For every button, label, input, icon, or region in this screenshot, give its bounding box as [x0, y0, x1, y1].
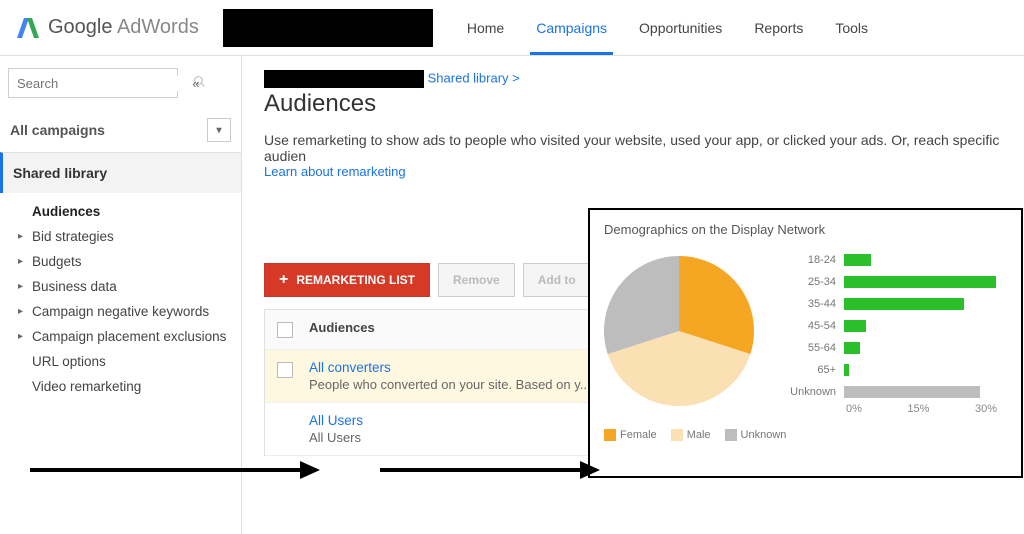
bar-label: Unknown	[784, 386, 836, 398]
caret-icon: ▸	[18, 331, 28, 342]
bar-row: 45-54	[784, 315, 1007, 337]
account-selector-redacted[interactable]	[223, 9, 433, 47]
audience-subtext: All Users	[309, 430, 363, 445]
nav-reports[interactable]: Reports	[738, 2, 819, 54]
top-nav: Home Campaigns Opportunities Reports Too…	[451, 2, 884, 54]
annotation-arrow-icon	[380, 455, 600, 485]
bar-row: 55-64	[784, 337, 1007, 359]
sidebar-item-placement-exclusions[interactable]: ▸ Campaign placement exclusions	[18, 324, 241, 349]
sidebar-item-label: URL options	[32, 354, 106, 369]
search-input[interactable]	[17, 76, 193, 91]
bar-fill	[844, 320, 866, 332]
sidebar-item-audiences[interactable]: Audiences	[18, 199, 241, 224]
learn-link[interactable]: Learn about remarketing	[264, 164, 1024, 179]
sidebar-item-video-remarketing[interactable]: Video remarketing	[18, 374, 241, 399]
age-bar-chart: 18-24 25-34 35-44 45-54 55-64 65+ Unknown 0% 1…	[784, 249, 1007, 415]
sidebar-item-label: Budgets	[32, 254, 82, 269]
bar-fill	[844, 364, 849, 376]
brand-logo: Google AdWords	[14, 15, 199, 41]
select-all-checkbox[interactable]	[277, 322, 293, 338]
breadcrumb-redacted	[264, 70, 424, 88]
row-checkbox[interactable]	[277, 362, 293, 378]
breadcrumb-sep: >	[509, 70, 520, 85]
button-label: REMARKETING LIST	[296, 273, 415, 287]
bar-label: 25-34	[784, 276, 836, 288]
bar-fill	[844, 276, 996, 288]
bar-label: 45-54	[784, 320, 836, 332]
bar-fill	[844, 298, 964, 310]
bar-label: 18-24	[784, 254, 836, 266]
sidebar-item-url-options[interactable]: URL options	[18, 349, 241, 374]
nav-tools[interactable]: Tools	[819, 2, 884, 54]
caret-icon: ▸	[18, 256, 28, 267]
caret-icon: ▸	[18, 281, 28, 292]
sidebar-item-label: Video remarketing	[32, 379, 141, 394]
audience-link[interactable]: All converters	[309, 360, 591, 375]
pie-legend: Female Male Unknown	[604, 429, 1007, 441]
sidebar-item-budgets[interactable]: ▸ Budgets	[18, 249, 241, 274]
page-description: Use remarketing to show ads to people wh…	[264, 132, 1024, 164]
breadcrumb: Shared library >	[264, 70, 1024, 88]
bar-row: 65+	[784, 359, 1007, 381]
bar-fill	[844, 254, 871, 266]
shared-library-section[interactable]: Shared library	[0, 152, 241, 193]
search-box[interactable]	[8, 68, 178, 98]
annotation-arrow-icon	[30, 455, 320, 485]
sidebar-item-bid-strategies[interactable]: ▸ Bid strategies	[18, 224, 241, 249]
bar-fill	[844, 342, 860, 354]
axis-ticks: 0% 15% 30%	[846, 403, 1007, 415]
demographics-panel: Demographics on the Display Network 18-2…	[588, 208, 1023, 478]
plus-icon: +	[279, 271, 288, 289]
audience-subtext: People who converted on your site. Based…	[309, 377, 591, 392]
add-to-button[interactable]: Add to	[523, 263, 591, 297]
page-title: Audiences	[264, 90, 1024, 118]
gender-pie-chart	[604, 256, 774, 409]
audience-link[interactable]: All Users	[309, 413, 363, 428]
caret-icon: ▸	[18, 231, 28, 242]
sidebar-item-label: Business data	[32, 279, 117, 294]
demographics-title: Demographics on the Display Network	[604, 222, 1007, 237]
bar-label: 55-64	[784, 342, 836, 354]
sidebar-item-negative-keywords[interactable]: ▸ Campaign negative keywords	[18, 299, 241, 324]
sidebar-item-label: Campaign negative keywords	[32, 304, 209, 319]
nav-campaigns[interactable]: Campaigns	[520, 2, 623, 54]
collapse-sidebar-button[interactable]: «	[184, 76, 208, 91]
nav-opportunities[interactable]: Opportunities	[623, 2, 738, 54]
remarketing-list-button[interactable]: + REMARKETING LIST	[264, 263, 430, 297]
brand-text: Google AdWords	[48, 16, 199, 39]
shared-library-list: Audiences ▸ Bid strategies ▸ Budgets ▸ Busi…	[0, 193, 241, 399]
bar-label: 65+	[784, 364, 836, 376]
nav-home[interactable]: Home	[451, 2, 520, 54]
sidebar-item-business-data[interactable]: ▸ Business data	[18, 274, 241, 299]
caret-icon: ▸	[18, 306, 28, 317]
adwords-logo-icon	[14, 15, 40, 41]
sidebar-item-label: Bid strategies	[32, 229, 114, 244]
sidebar-item-label: Audiences	[32, 204, 100, 219]
bar-fill	[844, 386, 980, 398]
bar-row: 18-24	[784, 249, 1007, 271]
top-bar: Google AdWords Home Campaigns Opportunit…	[0, 0, 1024, 56]
bar-row: Unknown	[784, 381, 1007, 403]
breadcrumb-link[interactable]: Shared library	[428, 70, 509, 85]
column-header-audiences[interactable]: Audiences	[309, 320, 375, 335]
bar-row: 35-44	[784, 293, 1007, 315]
remove-button[interactable]: Remove	[438, 263, 515, 297]
chevron-down-icon[interactable]: ▾	[207, 118, 231, 142]
all-campaigns-row[interactable]: All campaigns ▾	[0, 108, 241, 152]
sidebar-item-label: Campaign placement exclusions	[32, 329, 226, 344]
bar-label: 35-44	[784, 298, 836, 310]
all-campaigns-label: All campaigns	[10, 122, 105, 138]
main-content: Shared library > Audiences Use remarketi…	[242, 56, 1024, 534]
bar-row: 25-34	[784, 271, 1007, 293]
